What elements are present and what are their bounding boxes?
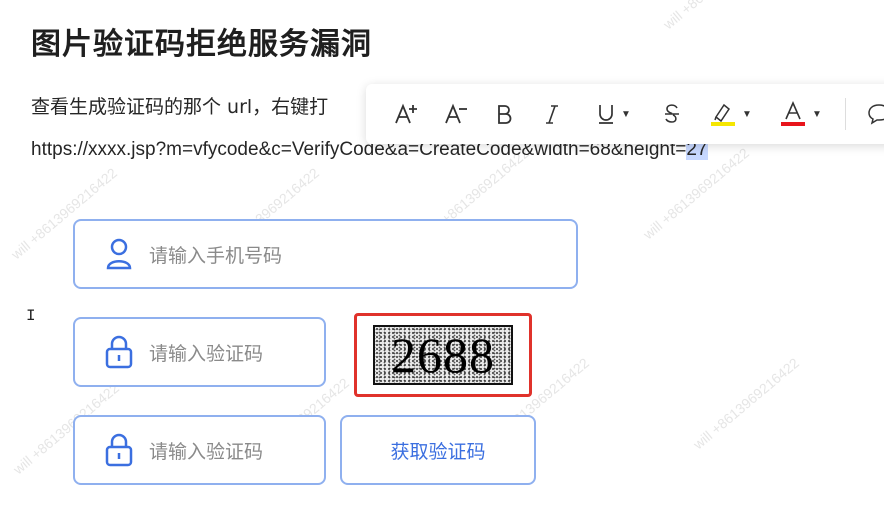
user-icon [106,238,132,270]
bold-button[interactable] [492,98,516,130]
code-placeholder: 请输入验证码 [149,342,264,365]
toolbar-divider [845,98,846,130]
bold-icon [498,105,512,124]
captcha-graphic: 2688 [373,325,513,385]
text-cursor-icon: I [26,307,36,325]
chevron-down-icon[interactable]: ▼ [812,109,822,120]
paragraph-text[interactable]: 查看生成验证码的那个 url，右键打 [31,92,328,119]
italic-icon [546,105,558,124]
verification-code-field[interactable]: 请输入验证码 [73,317,326,387]
italic-button[interactable] [540,98,564,130]
lock-icon [105,335,133,369]
underline-button[interactable]: ▼ [592,98,636,130]
verification-code-field-2[interactable]: 请输入验证码 [73,415,326,485]
comment-button[interactable] [866,98,884,130]
font-size-increase-icon [395,103,417,124]
font-size-decrease-icon [445,103,467,124]
underline-icon [599,105,614,124]
strikethrough-icon [665,104,679,123]
format-toolbar: ▼ ▼ ▼ [366,84,884,144]
font-color-button[interactable]: ▼ [776,98,826,130]
lock-icon [105,433,133,467]
comment-icon [868,104,884,125]
highlight-button[interactable]: ▼ [706,98,756,130]
chevron-down-icon[interactable]: ▼ [742,109,752,120]
phone-field[interactable]: 请输入手机号码 [73,219,578,289]
phone-placeholder: 请输入手机号码 [149,244,283,267]
page-title: 图片验证码拒绝服务漏洞 [31,27,372,62]
highlight-icon [711,103,736,126]
get-code-button[interactable]: 获取验证码 [340,415,536,485]
code-placeholder-2: 请输入验证码 [149,440,264,463]
chevron-down-icon[interactable]: ▼ [621,109,631,120]
watermark: will +8613969216422 [690,354,802,453]
watermark: will +8613969216422 [660,0,772,32]
font-size-decrease-button[interactable] [442,98,470,130]
captcha-image[interactable]: 2688 [354,313,532,397]
font-color-icon [781,101,806,126]
font-size-increase-button[interactable] [392,98,420,130]
captcha-text: 2688 [391,327,495,383]
strikethrough-button[interactable] [660,98,684,130]
